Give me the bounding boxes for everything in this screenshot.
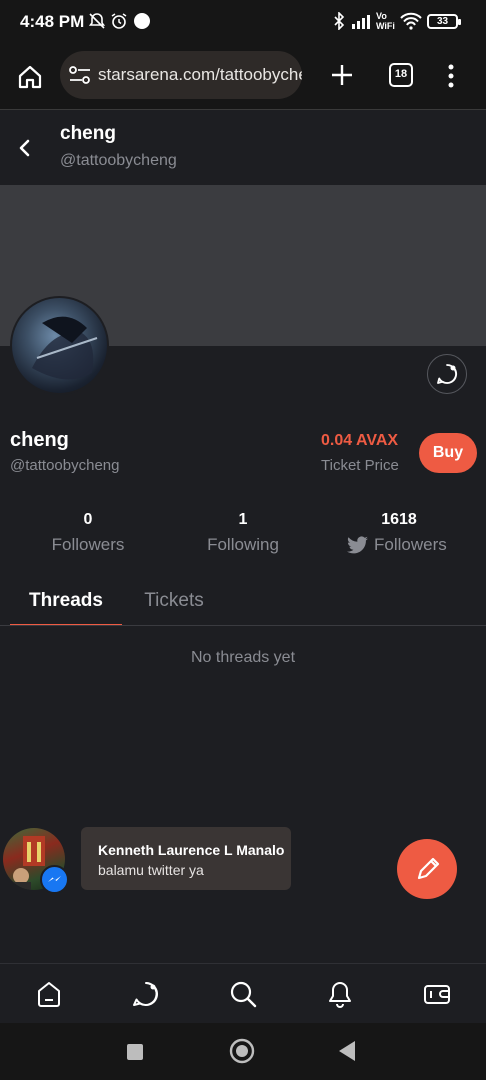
following-label[interactable]: Following: [163, 535, 323, 555]
signal-icon: [351, 12, 373, 30]
empty-threads-message: No threads yet: [190, 649, 296, 666]
pencil-icon: [417, 857, 440, 880]
back-triangle-icon[interactable]: [338, 1040, 356, 1062]
messenger-icon: [40, 865, 69, 894]
system-navigation-bar: [0, 1023, 486, 1080]
alarm-icon: [110, 12, 128, 30]
buy-ticket-button[interactable]: Buy: [419, 433, 477, 473]
status-time: 4:48 PM: [20, 12, 85, 31]
home-icon[interactable]: [33, 978, 65, 1010]
chat-message-text: balamu twitter ya: [98, 862, 204, 878]
search-icon[interactable]: [227, 978, 259, 1010]
ticket-price-label: Ticket Price: [321, 457, 399, 474]
browser-toolbar: starsarena.com/tattoobycheng 18: [0, 44, 486, 110]
following-count[interactable]: 1: [173, 511, 313, 529]
tab-tickets[interactable]: Tickets: [122, 578, 226, 626]
ticket-price-value: 0.04 AVAX: [321, 432, 399, 449]
status-bar: 4:48 PM Vo WiFi 33: [0, 0, 486, 44]
twitter-icon: [347, 536, 369, 554]
followers-label[interactable]: Followers: [8, 535, 168, 555]
mute-notification-icon: [88, 12, 106, 30]
profile-handle: @tattoobycheng: [10, 457, 120, 474]
vowifi-top: Vo: [376, 11, 387, 21]
message-user-button[interactable]: [427, 354, 467, 394]
bottom-navigation: [0, 963, 486, 1023]
messenger-status-icon: [133, 12, 151, 30]
chat-notification-bubble[interactable]: Kenneth Laurence L Manalo balamu twitter…: [81, 827, 291, 890]
followers-count[interactable]: 0: [18, 511, 158, 529]
twitter-followers-label: Followers: [374, 535, 447, 554]
address-bar[interactable]: starsarena.com/tattoobycheng: [60, 51, 302, 99]
home-circle-icon[interactable]: [229, 1038, 255, 1064]
tabs-divider: [0, 625, 486, 626]
new-tab-icon[interactable]: [331, 64, 353, 86]
recent-apps-icon[interactable]: [126, 1043, 144, 1061]
twitter-followers-count: 1618: [381, 511, 417, 528]
wifi-icon: [400, 12, 422, 30]
home-button-icon[interactable]: [17, 64, 43, 90]
battery-indicator: 33: [427, 14, 461, 29]
tab-threads[interactable]: Threads: [10, 578, 122, 626]
chat-sender-name: Kenneth Laurence L Manalo: [98, 842, 285, 858]
profile-avatar[interactable]: [10, 296, 109, 395]
tab-switcher-button[interactable]: 18: [389, 63, 413, 87]
bluetooth-icon: [332, 12, 350, 30]
url-text: starsarena.com/tattoobycheng: [98, 65, 302, 84]
bell-icon[interactable]: [324, 978, 356, 1010]
compose-button[interactable]: [397, 839, 457, 899]
wallet-icon[interactable]: [421, 978, 453, 1010]
site-settings-icon[interactable]: [68, 64, 92, 86]
vowifi-bottom: WiFi: [376, 21, 395, 31]
profile-display-name: cheng: [10, 429, 69, 451]
chat-icon[interactable]: [130, 978, 162, 1010]
profile-top-bar: cheng @tattoobycheng: [0, 111, 486, 185]
back-arrow-icon[interactable]: [17, 139, 31, 157]
header-handle: @tattoobycheng: [60, 152, 177, 169]
more-options-icon[interactable]: [447, 64, 455, 88]
header-display-name: cheng: [60, 123, 116, 144]
vowifi-label: Vo WiFi: [376, 11, 395, 31]
